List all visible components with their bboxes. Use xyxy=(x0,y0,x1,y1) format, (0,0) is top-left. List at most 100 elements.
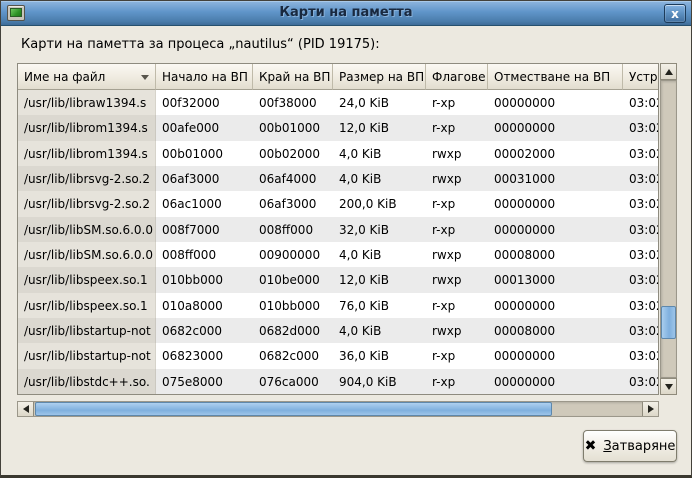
scroll-left-button[interactable] xyxy=(18,402,34,416)
cell-flags: r-xp xyxy=(426,191,488,216)
cell-vm-size: 4,0 KiB xyxy=(333,242,426,267)
cell-vm-size: 12,0 KiB xyxy=(333,267,426,292)
system-monitor-icon[interactable] xyxy=(7,5,25,21)
close-x-icon: ✖ xyxy=(585,439,597,453)
table-row[interactable]: /usr/lib/libSM.so.6.0.0 008ff000 0090000… xyxy=(18,242,658,267)
cell-vm-offset: 00000000 xyxy=(488,217,623,242)
cell-device: 03:02 xyxy=(623,369,659,394)
process-label: Карти на паметта за процеса „nautilus“ (… xyxy=(21,37,380,52)
table-row[interactable]: /usr/lib/librom1394.s 00afe000 00b01000 … xyxy=(18,115,658,140)
cell-flags: rwxp xyxy=(426,267,488,292)
column-header-vm-offset[interactable]: Отместване на ВП xyxy=(488,64,623,90)
cell-vm-start: 00f32000 xyxy=(156,90,253,115)
scroll-right-button[interactable] xyxy=(642,402,658,416)
column-header-vm-end[interactable]: Край на ВП xyxy=(253,64,333,90)
table-row[interactable]: /usr/lib/librom1394.s 00b01000 00b02000 … xyxy=(18,141,658,166)
vertical-scrollbar-thumb[interactable] xyxy=(661,306,676,339)
arrow-right-icon xyxy=(648,405,654,413)
cell-vm-offset: 00013000 xyxy=(488,267,623,292)
table-row[interactable]: /usr/lib/librsvg-2.so.2 06ac1000 06af300… xyxy=(18,191,658,216)
cell-vm-size: 200,0 KiB xyxy=(333,191,426,216)
arrow-down-icon xyxy=(665,384,673,390)
table-row[interactable]: /usr/lib/librsvg-2.so.2 06af3000 06af400… xyxy=(18,166,658,191)
close-button[interactable]: ✖ Затваряне xyxy=(583,430,677,462)
cell-vm-end: 00900000 xyxy=(253,242,333,267)
table-row[interactable]: /usr/lib/libSM.so.6.0.0 008f7000 008ff00… xyxy=(18,217,658,242)
memory-maps-dialog: Карти на паметта x Карти на паметта за п… xyxy=(0,0,692,478)
cell-flags: r-xp xyxy=(426,293,488,318)
cell-vm-size: 36,0 KiB xyxy=(333,343,426,368)
cell-vm-size: 4,0 KiB xyxy=(333,318,426,343)
cell-device: 03:02 xyxy=(623,293,659,318)
column-header-device[interactable]: Устро xyxy=(623,64,658,90)
close-button-label: Затваряне xyxy=(603,439,675,454)
cell-vm-end: 00b02000 xyxy=(253,141,333,166)
cell-vm-size: 32,0 KiB xyxy=(333,217,426,242)
cell-vm-start: 0682c000 xyxy=(156,318,253,343)
arrow-up-icon xyxy=(665,69,673,75)
cell-device: 03:02 xyxy=(623,90,659,115)
cell-vm-start: 06823000 xyxy=(156,343,253,368)
table-row[interactable]: /usr/lib/libstartup-not 0682c000 0682d00… xyxy=(18,318,658,343)
cell-device: 03:02 xyxy=(623,217,659,242)
cell-vm-size: 12,0 KiB xyxy=(333,115,426,140)
cell-vm-start: 00b01000 xyxy=(156,141,253,166)
horizontal-scrollbar-thumb[interactable] xyxy=(35,402,552,416)
cell-vm-start: 008f7000 xyxy=(156,217,253,242)
column-header-flags[interactable]: Флагове xyxy=(426,64,488,90)
cell-vm-end: 00f38000 xyxy=(253,90,333,115)
cell-vm-offset: 00000000 xyxy=(488,115,623,140)
cell-vm-start: 06ac1000 xyxy=(156,191,253,216)
cell-vm-offset: 00000000 xyxy=(488,191,623,216)
cell-vm-end: 06af3000 xyxy=(253,191,333,216)
cell-vm-size: 4,0 KiB xyxy=(333,166,426,191)
sort-descending-icon xyxy=(141,75,149,80)
cell-vm-end: 010bb000 xyxy=(253,293,333,318)
cell-vm-size: 76,0 KiB xyxy=(333,293,426,318)
table-header-row: Име на файл Начало на ВП Край на ВП Разм… xyxy=(18,64,658,90)
cell-device: 03:02 xyxy=(623,343,659,368)
table-row[interactable]: /usr/lib/libspeex.so.1 010bb000 010be000… xyxy=(18,267,658,292)
cell-device: 03:02 xyxy=(623,166,659,191)
table-row[interactable]: /usr/lib/libstartup-not 06823000 0682c00… xyxy=(18,343,658,368)
table-body: /usr/lib/libraw1394.s 00f32000 00f38000 … xyxy=(18,90,658,394)
titlebar[interactable]: Карти на паметта x xyxy=(1,1,691,26)
cell-filename: /usr/lib/libspeex.so.1 xyxy=(18,267,156,292)
cell-vm-offset: 00000000 xyxy=(488,90,623,115)
cell-device: 03:02 xyxy=(623,242,659,267)
cell-vm-offset: 00008000 xyxy=(488,318,623,343)
cell-filename: /usr/lib/librsvg-2.so.2 xyxy=(18,191,156,216)
monitor-screen xyxy=(10,8,22,17)
cell-vm-end: 00b01000 xyxy=(253,115,333,140)
arrow-left-icon xyxy=(23,405,29,413)
memory-maps-table: Име на файл Начало на ВП Край на ВП Разм… xyxy=(17,63,659,395)
close-icon[interactable]: x xyxy=(664,4,686,23)
cell-vm-size: 4,0 KiB xyxy=(333,141,426,166)
table-row[interactable]: /usr/lib/libspeex.so.1 010a8000 010bb000… xyxy=(18,293,658,318)
cell-filename: /usr/lib/librsvg-2.so.2 xyxy=(18,166,156,191)
column-header-vm-size[interactable]: Размер на ВП xyxy=(333,64,426,90)
column-header-vm-start[interactable]: Начало на ВП xyxy=(156,64,253,90)
cell-vm-size: 24,0 KiB xyxy=(333,90,426,115)
cell-vm-offset: 00000000 xyxy=(488,369,623,394)
cell-flags: rwxp xyxy=(426,242,488,267)
scroll-up-button[interactable] xyxy=(660,63,677,80)
vertical-scrollbar[interactable] xyxy=(660,63,677,395)
column-header-filename[interactable]: Име на файл xyxy=(18,64,156,90)
window-title: Карти на паметта xyxy=(41,5,651,20)
column-header-label: Име на файл xyxy=(24,70,105,84)
cell-vm-offset: 00000000 xyxy=(488,343,623,368)
cell-flags: rwxp xyxy=(426,141,488,166)
table-row[interactable]: /usr/lib/libraw1394.s 00f32000 00f38000 … xyxy=(18,90,658,115)
table-row[interactable]: /usr/lib/libstdc++.so. 075e8000 076ca000… xyxy=(18,369,658,394)
cell-vm-offset: 00031000 xyxy=(488,166,623,191)
cell-vm-end: 008ff000 xyxy=(253,217,333,242)
cell-vm-offset: 00000000 xyxy=(488,293,623,318)
cell-vm-size: 904,0 KiB xyxy=(333,369,426,394)
cell-flags: r-xp xyxy=(426,115,488,140)
cell-vm-offset: 00008000 xyxy=(488,242,623,267)
cell-flags: rwxp xyxy=(426,166,488,191)
cell-filename: /usr/lib/libraw1394.s xyxy=(18,90,156,115)
horizontal-scrollbar[interactable] xyxy=(17,401,659,417)
scroll-down-button[interactable] xyxy=(660,378,677,395)
